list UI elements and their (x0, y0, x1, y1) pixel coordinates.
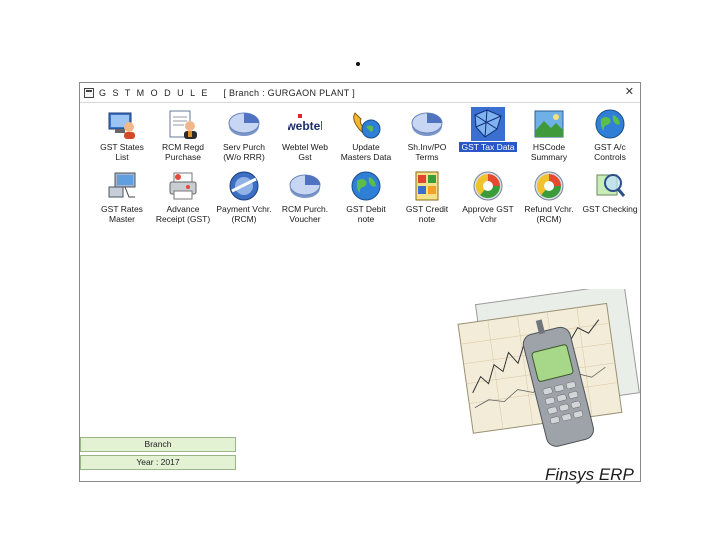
document-user-icon (151, 107, 215, 141)
tile-rcm-purch-voucher[interactable]: RCM Purch. Voucher (273, 169, 337, 231)
tile-gst-checking[interactable]: GST Checking (578, 169, 642, 231)
printer-icon (151, 169, 215, 203)
year-button[interactable]: Year : 2017 (80, 455, 236, 470)
tile-payment-vchr-rcm[interactable]: Payment Vchr. (RCM) (212, 169, 276, 231)
phone-globe-icon (334, 107, 398, 141)
pie-chart-icon (395, 107, 459, 141)
workstation-users-icon (90, 107, 154, 141)
globe-icon (578, 107, 642, 141)
computer-network-icon (90, 169, 154, 203)
title-bar: G S T M O D U L E [ Branch : GURGAON PLA… (80, 83, 640, 103)
recycle-globe-icon (456, 169, 520, 203)
tile-label: Webtel Web Gst (282, 142, 328, 162)
tile-label: GST Checking (582, 204, 638, 214)
tile-gst-tax-data[interactable]: GST Tax Data (456, 107, 520, 169)
tile-label: GST Tax Data (456, 142, 520, 152)
tile-label: Approve GST Vchr (462, 204, 514, 224)
tile-rcm-regd-purchase[interactable]: RCM Regd Purchase (151, 107, 215, 169)
tile-label: HSCode Summary (530, 142, 568, 162)
tile-gst-rates-master[interactable]: GST Rates Master (90, 169, 154, 231)
pie-chart-icon (273, 169, 337, 203)
branch-button[interactable]: Branch (80, 437, 236, 452)
gst-module-window: G S T M O D U L E [ Branch : GURGAON PLA… (79, 82, 642, 484)
selected-label-highlight: GST Tax Data (459, 142, 517, 152)
magnifier-icon (578, 169, 642, 203)
tile-refund-vchr-rcm[interactable]: Refund Vchr. (RCM) (517, 169, 581, 231)
tile-gst-debit-note[interactable]: GST Debit note (334, 169, 398, 231)
tile-label: RCM Purch. Voucher (281, 204, 329, 224)
palette-icon (395, 169, 459, 203)
tile-advance-receipt-gst[interactable]: Advance Receipt (GST) (151, 169, 215, 231)
tile-label: GST Credit note (405, 204, 449, 224)
branch-indicator: [ Branch : GURGAON PLANT ] (223, 87, 356, 98)
tile-webtel-web-gst[interactable]: webtel Webtel Web Gst (273, 107, 337, 169)
tile-label: GST States List (100, 142, 144, 162)
tile-gst-states-list[interactable]: GST States List (90, 107, 154, 169)
tile-hscode-summary[interactable]: HSCode Summary (517, 107, 581, 169)
recycle-globe-icon (517, 169, 581, 203)
webtel-logo-icon: webtel (273, 107, 337, 141)
tile-label: Refund Vchr. (RCM) (524, 204, 574, 224)
tile-gst-a-c-controls[interactable]: GST A/c Controls (578, 107, 642, 169)
tile-label: GST A/c Controls (594, 142, 626, 162)
tile-label: Sh.Inv/PO Terms (407, 142, 447, 162)
phone-chart-illustration (457, 289, 640, 447)
tile-approve-gst-vchr[interactable]: Approve GST Vchr (456, 169, 520, 231)
tile-label: RCM Regd Purchase (161, 142, 205, 162)
tile-gst-credit-note[interactable]: GST Credit note (395, 169, 459, 231)
globe-icon (334, 169, 398, 203)
window-title: G S T M O D U L E (99, 87, 210, 98)
landscape-icon (517, 107, 581, 141)
pie-chart-icon (212, 107, 276, 141)
close-icon[interactable]: ✕ (625, 85, 634, 98)
tile-sh-inv-po-terms[interactable]: Sh.Inv/PO Terms (395, 107, 459, 169)
app-icon (84, 87, 94, 98)
tile-label: GST Rates Master (101, 204, 143, 224)
network-grid-icon (456, 107, 520, 141)
tile-label: Serv Purch (W/o RRR) (222, 142, 266, 162)
slide-dot (356, 62, 360, 66)
tile-label: Advance Receipt (GST) (155, 204, 211, 224)
finsys-brand: Finsys ERP (545, 465, 634, 484)
tile-label: Payment Vchr. (RCM) (216, 204, 272, 224)
tile-serv-purch-w-o-rrr[interactable]: Serv Purch (W/o RRR) (212, 107, 276, 169)
svg-text:webtel: webtel (288, 119, 322, 133)
tile-update-masters-data[interactable]: Update Masters Data (334, 107, 398, 169)
globe-disc-icon (212, 169, 276, 203)
tile-label: GST Debit note (346, 204, 386, 224)
tile-label: Update Masters Data (340, 142, 392, 162)
